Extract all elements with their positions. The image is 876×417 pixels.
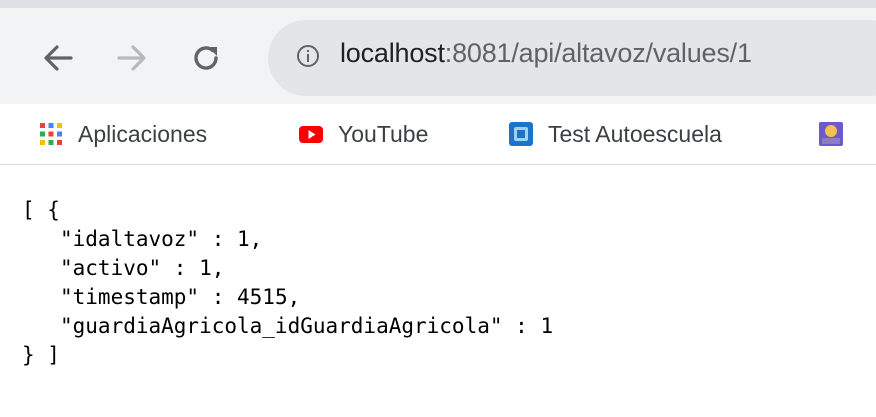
json-field: "guardiaAgricola_idGuardiaAgricola" : 1 <box>22 312 553 341</box>
json-key: "timestamp" <box>60 285 200 309</box>
info-icon[interactable] <box>296 44 320 68</box>
bookmark-test-autoescuela[interactable]: Test Autoescuela <box>508 104 722 164</box>
test-autoescuela-icon <box>509 122 533 146</box>
bookmark-extra[interactable] <box>818 104 858 164</box>
youtube-icon <box>299 126 323 143</box>
bookmarks-bar: Aplicaciones YouTube Test Autoescuela <box>0 104 876 165</box>
json-key: "guardiaAgricola_idGuardiaAgricola" <box>60 314 503 338</box>
url-host: localhost <box>340 38 445 68</box>
json-separator: : <box>199 285 238 309</box>
json-response: [ {"idaltavoz" : 1, "activo" : 1, "timesta… <box>22 196 553 370</box>
json-comma: , <box>249 227 263 251</box>
arrow-left-icon <box>44 45 73 71</box>
reload-icon <box>194 46 218 70</box>
json-comma: , <box>287 285 301 309</box>
json-key: "activo" <box>60 256 162 280</box>
json-close: } ] <box>22 343 60 367</box>
bookmark-aplicaciones[interactable]: Aplicaciones <box>38 104 207 164</box>
url-path: :8081/api/altavoz/values/1 <box>444 38 752 68</box>
json-open: [ { <box>22 198 60 222</box>
bookmark-youtube[interactable]: YouTube <box>298 104 428 164</box>
bookmark-label: YouTube <box>338 120 429 147</box>
arrow-right-icon <box>117 45 146 71</box>
json-value: 1 <box>199 256 212 280</box>
tab-strip-edge <box>0 0 876 8</box>
json-separator: : <box>161 256 200 280</box>
json-value: 4515 <box>237 285 288 309</box>
bookmark-label: Test Autoescuela <box>548 120 722 147</box>
json-separator: : <box>502 314 541 338</box>
json-comma: , <box>211 256 225 280</box>
reload-button[interactable] <box>186 38 226 78</box>
bookmark-label: Aplicaciones <box>78 120 208 147</box>
json-field: "idaltavoz" : 1, <box>22 225 553 254</box>
browser-toolbar: localhost:8081/api/altavoz/values/1 <box>0 0 876 104</box>
forward-button[interactable] <box>112 38 152 78</box>
json-separator: : <box>199 227 238 251</box>
back-button[interactable] <box>38 38 78 78</box>
json-value: 1 <box>540 314 554 338</box>
apps-grid-icon <box>40 123 62 145</box>
bookmark-favicon-icon <box>819 122 843 146</box>
json-value: 1 <box>237 227 250 251</box>
json-field: "timestamp" : 4515, <box>22 283 553 312</box>
json-key: "idaltavoz" <box>60 227 200 251</box>
json-field: "activo" : 1, <box>22 254 553 283</box>
browser-window: localhost:8081/api/altavoz/values/1 Apli… <box>0 0 876 417</box>
url-text[interactable]: localhost:8081/api/altavoz/values/1 <box>340 38 752 69</box>
